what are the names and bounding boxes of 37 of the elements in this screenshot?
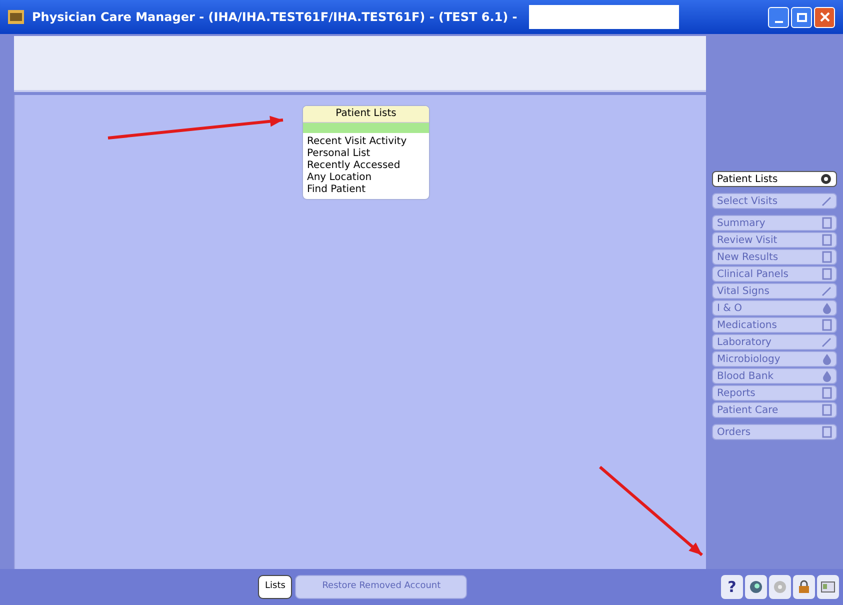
app-icon (8, 10, 24, 24)
sidebar-item[interactable]: Patient Lists (712, 171, 837, 187)
pen-icon (820, 336, 832, 348)
document-icon (822, 251, 832, 263)
popup-title: Patient Lists (303, 106, 429, 123)
card-button[interactable] (817, 575, 839, 599)
document-icon (822, 217, 832, 229)
bottom-button[interactable]: Lists (258, 575, 292, 599)
popup-list-item[interactable]: Recently Accessed (303, 160, 429, 172)
close-icon (820, 12, 830, 22)
document-icon (822, 319, 832, 331)
pen-icon (820, 285, 832, 297)
document-icon (822, 387, 832, 399)
close-button[interactable] (814, 6, 835, 28)
help-button[interactable]: ? (721, 575, 743, 599)
minimize-button[interactable] (768, 6, 789, 28)
popup-list-item[interactable]: Any Location (303, 172, 429, 184)
pen-icon (820, 195, 832, 207)
refresh-icon (820, 173, 832, 185)
document-icon (822, 404, 832, 416)
drop-icon (822, 353, 832, 365)
popup-list-item[interactable]: Personal List (303, 148, 429, 160)
document-icon (822, 426, 832, 438)
maximize-button[interactable] (791, 6, 812, 28)
disc-icon (773, 580, 787, 594)
popup-list-item[interactable]: Recent Visit Activity (303, 136, 429, 148)
window-title: Physician Care Manager - (IHA/IHA.TEST61F/IHA.TEST61F) - (TEST 6.1) - (32, 9, 518, 26)
drop-icon (822, 302, 832, 314)
document-icon (822, 234, 832, 246)
globe-button[interactable] (745, 575, 767, 599)
document-icon (822, 268, 832, 280)
lock-icon (798, 580, 810, 594)
popup-list-item[interactable]: Find Patient (303, 184, 429, 196)
lock-button[interactable] (793, 575, 815, 599)
id-card-icon (821, 581, 835, 593)
drop-icon (822, 370, 832, 382)
globe-icon (749, 580, 763, 594)
